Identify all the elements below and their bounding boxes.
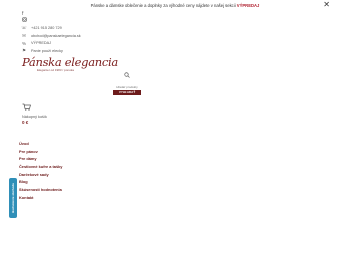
instagram-icon[interactable] — [22, 17, 27, 24]
sale-link-text: VÝPREDAJ — [31, 41, 52, 46]
search-form: VYHĽADAŤ — [113, 72, 141, 95]
nav-item-pre-damy[interactable]: Pre dámy — [19, 155, 62, 163]
search-icon[interactable] — [124, 72, 130, 78]
close-icon[interactable]: ✕ — [323, 1, 330, 9]
cart[interactable]: Nákupný košík 0 € — [22, 103, 47, 125]
cart-label: Nákupný košík — [22, 115, 47, 119]
nav-item-kontakt[interactable]: Kontakt — [19, 194, 62, 202]
announcement-bar: Pánske a dámske oblečenie a doplnky za v… — [0, 0, 350, 11]
nav-item-kufre-tasky[interactable]: Čestlovné kufre a tašky — [19, 163, 62, 171]
nav-item-pre-panov[interactable]: Pre pánov — [19, 148, 62, 156]
contact-info: ☏ +421 915 280 729 ✉ obchod@panskaelegan… — [21, 24, 81, 55]
nav-item-blog[interactable]: Blog — [19, 178, 62, 186]
contact-sale-link[interactable]: % VÝPREDAJ — [21, 40, 81, 48]
main-nav: Úvod Pre pánov Pre dámy Čestlovné kufre … — [19, 140, 62, 202]
nav-item-darcekove-sady[interactable]: Darčekové sady — [19, 171, 62, 179]
nav-item-uvod[interactable]: Úvod — [19, 140, 62, 148]
search-button[interactable]: VYHĽADAŤ — [113, 90, 141, 95]
phone-icon: ☏ — [21, 24, 27, 30]
social-links: f — [22, 11, 27, 24]
percent-icon: % — [21, 40, 27, 46]
language-text: Panie použí elecky — [31, 49, 63, 54]
reviews-tab[interactable]: Hodnotenie obchodu — [9, 178, 17, 218]
cart-amount: 0 € — [22, 120, 29, 125]
contact-email[interactable]: ✉ obchod@panskaelegancia.sk — [21, 32, 81, 40]
phone-text: +421 915 280 729 — [31, 25, 62, 30]
site-logo[interactable]: Pánska elegancia Eleganter od 1983 / pon… — [22, 55, 118, 72]
nav-item-skusenosti[interactable]: Skúsenosti hodnotenia — [19, 186, 62, 194]
cart-icon — [22, 103, 31, 111]
reviews-tab-label: Hodnotenie obchodu — [11, 183, 15, 213]
email-text: obchod@panskaelegancia.sk — [31, 33, 81, 38]
flag-icon: ⚑ — [21, 48, 27, 54]
announcement-text: Pánske a dámske oblečenie a doplnky za v… — [90, 3, 237, 8]
logo-name: Pánska elegancia — [22, 55, 118, 69]
mail-icon: ✉ — [22, 32, 26, 38]
announcement-sale-link[interactable]: VÝPREDAJ — [237, 3, 260, 8]
contact-phone[interactable]: ☏ +421 915 280 729 — [21, 24, 81, 32]
search-input[interactable] — [114, 84, 140, 89]
